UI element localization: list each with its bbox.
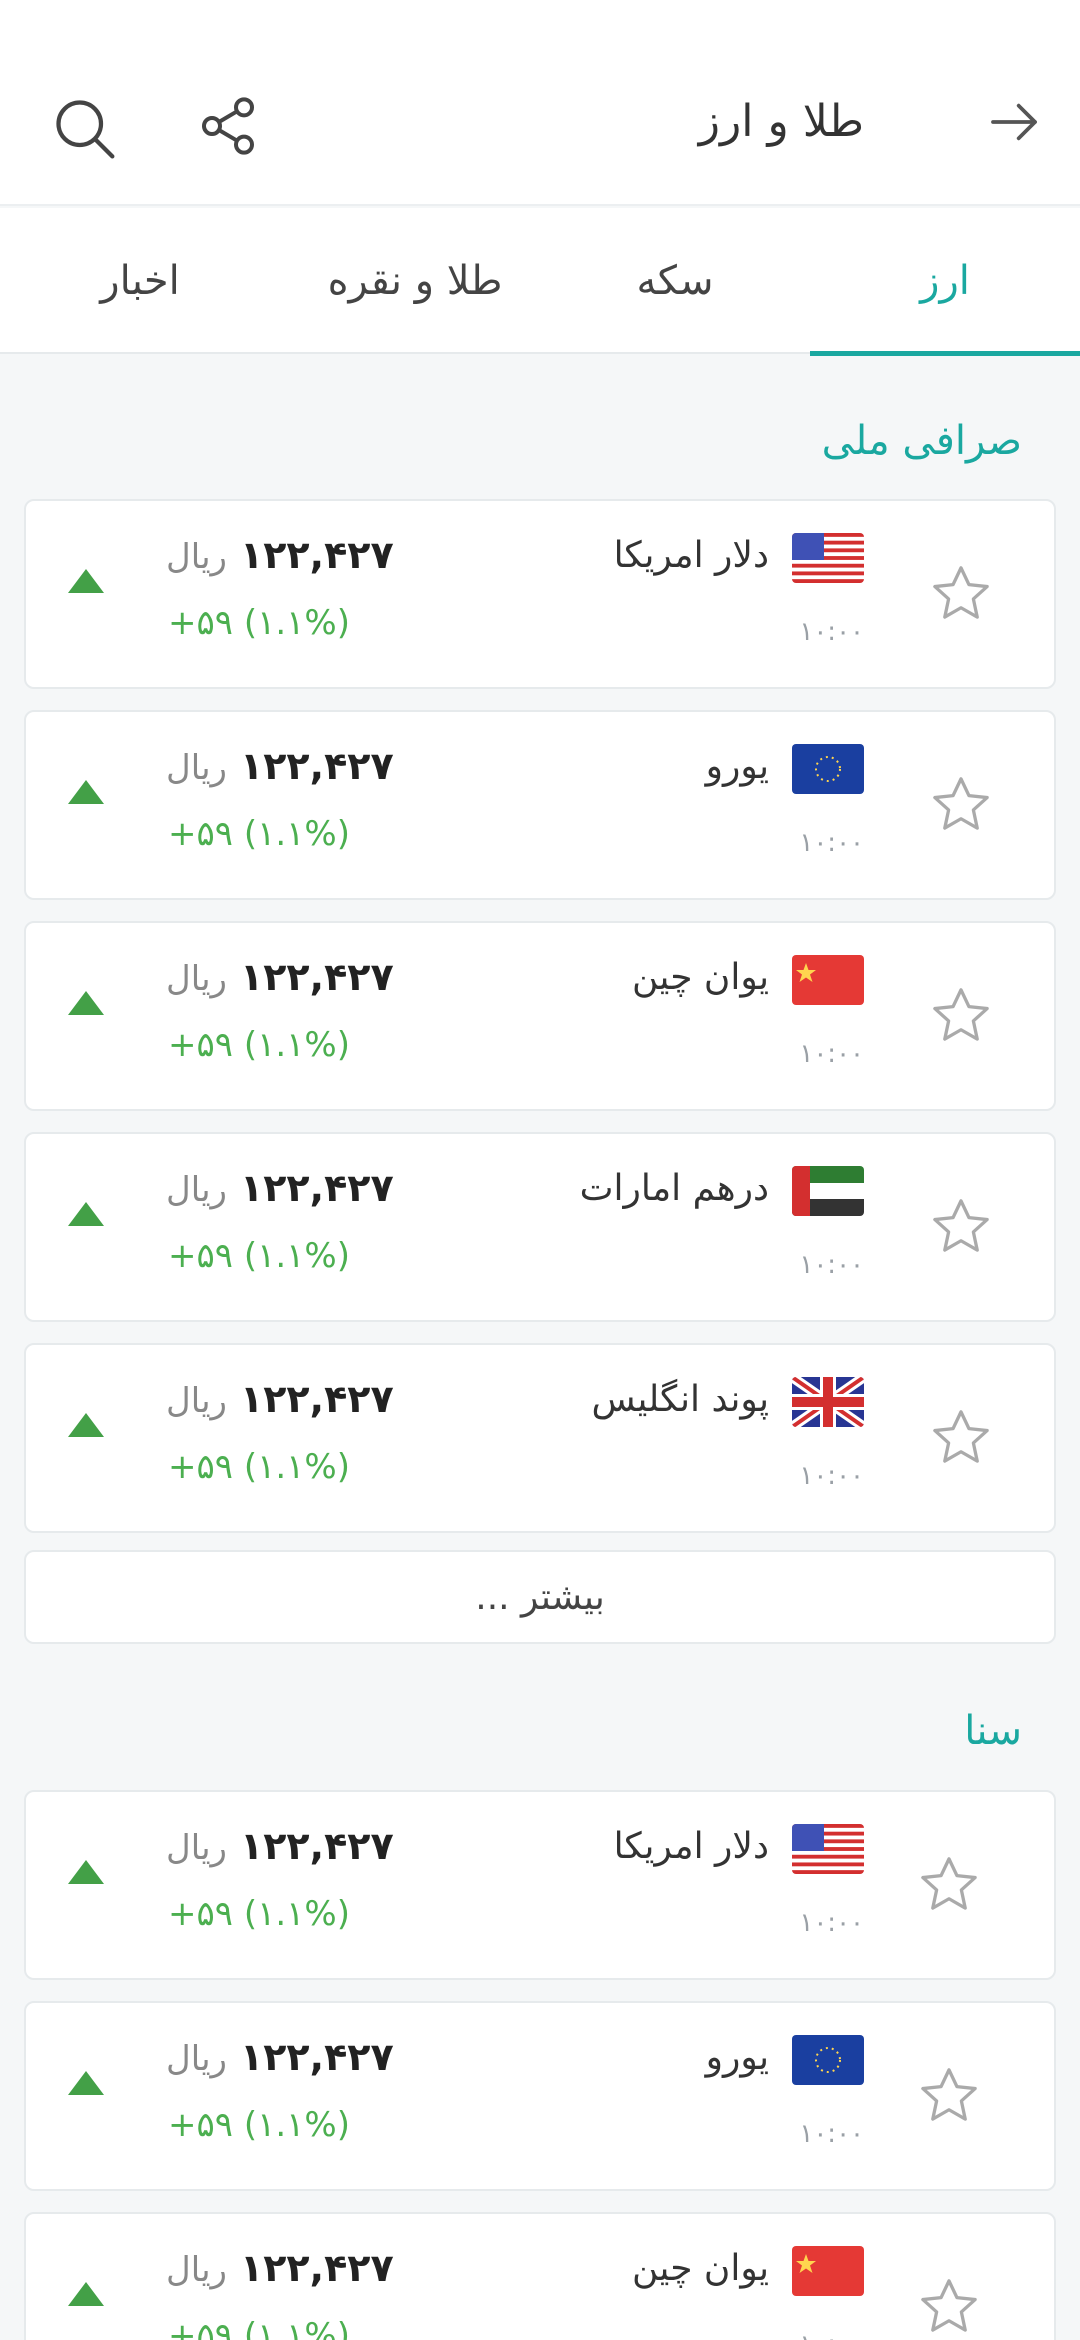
- currency-card[interactable]: یورو ۱۰:۰۰ ۱۲۲,۴۲۷ ریال +۵۹ (۱.۱%): [24, 2001, 1056, 2191]
- section-title: سنا: [964, 1708, 1022, 1754]
- trend-up-icon: [68, 1202, 104, 1226]
- page-title: طلا و ارز: [698, 96, 864, 147]
- tab-gold-silver[interactable]: طلا و نقره: [290, 208, 540, 354]
- currency-name: دلار امریکا: [613, 1826, 769, 1867]
- price-unit: ریال: [166, 1828, 227, 1868]
- us-flag-icon: [792, 533, 864, 583]
- currency-name: پوند انگلیس: [591, 1379, 769, 1420]
- currency-name: یورو: [705, 2037, 769, 2078]
- currency-card[interactable]: یوان چین ۱۰:۰۰ ۱۲۲,۴۲۷ ریال +۵۹ (۱.۱%): [24, 2212, 1056, 2340]
- tab-news[interactable]: اخبار: [50, 208, 230, 354]
- price-change: +۵۹ (۱.۱%): [168, 1894, 350, 1934]
- tab-coin[interactable]: سکه: [560, 208, 790, 354]
- update-time: ۱۰:۰۰: [799, 1250, 864, 1280]
- price-line: ۱۲۲,۴۲۷ ریال: [166, 1377, 394, 1421]
- favorite-star-icon[interactable]: [928, 983, 994, 1049]
- tab-label: طلا و نقره: [327, 258, 503, 304]
- update-time: ۱۰:۰۰: [799, 1461, 864, 1491]
- trend-up-icon: [68, 1413, 104, 1437]
- price-value: ۱۲۲,۴۲۷: [240, 2246, 394, 2290]
- gb-flag-icon: [792, 1377, 864, 1427]
- eu-flag-icon: [792, 744, 864, 794]
- tab-label: اخبار: [100, 258, 180, 304]
- currency-name: یوان چین: [631, 2248, 769, 2289]
- price-value: ۱۲۲,۴۲۷: [240, 955, 394, 999]
- price-unit: ریال: [166, 1170, 227, 1210]
- update-time: ۱۰:۰۰: [799, 1039, 864, 1069]
- currency-card[interactable]: یورو ۱۰:۰۰ ۱۲۲,۴۲۷ ریال +۵۹ (۱.۱%): [24, 710, 1056, 900]
- tab-label: سکه: [636, 258, 714, 304]
- ae-flag-icon: [792, 1166, 864, 1216]
- price-value: ۱۲۲,۴۲۷: [240, 1166, 394, 1210]
- active-tab-indicator: [810, 351, 1080, 356]
- update-time: ۱۰:۰۰: [799, 2119, 864, 2149]
- price-line: ۱۲۲,۴۲۷ ریال: [166, 2035, 394, 2079]
- price-line: ۱۲۲,۴۲۷ ریال: [166, 1166, 394, 1210]
- currency-name: یوان چین: [631, 957, 769, 998]
- price-value: ۱۲۲,۴۲۷: [240, 1377, 394, 1421]
- update-time: ۱۰:۰۰: [799, 1908, 864, 1938]
- us-flag-icon: [792, 1824, 864, 1874]
- favorite-star-icon[interactable]: [928, 772, 994, 838]
- currency-name: درهم امارات: [579, 1168, 769, 1209]
- cn-flag-icon: [792, 2246, 864, 2296]
- currency-card[interactable]: درهم امارات ۱۰:۰۰ ۱۲۲,۴۲۷ ریال +۵۹ (۱.۱%…: [24, 1132, 1056, 1322]
- tab-label: ارز: [920, 258, 970, 304]
- trend-up-icon: [68, 780, 104, 804]
- currency-name: دلار امریکا: [613, 535, 769, 576]
- price-value: ۱۲۲,۴۲۷: [240, 2035, 394, 2079]
- favorite-star-icon[interactable]: [916, 2274, 982, 2340]
- cn-flag-icon: [792, 955, 864, 1005]
- price-unit: ریال: [166, 537, 227, 577]
- price-change: +۵۹ (۱.۱%): [168, 1447, 350, 1487]
- favorite-star-icon[interactable]: [928, 1405, 994, 1471]
- price-change: +۵۹ (۱.۱%): [168, 814, 350, 854]
- update-time: ۱۰:۰۰: [799, 617, 864, 647]
- trend-up-icon: [68, 1860, 104, 1884]
- section-title: صرافی ملی: [821, 418, 1022, 464]
- favorite-star-icon[interactable]: [928, 1194, 994, 1260]
- share-icon[interactable]: [192, 90, 264, 162]
- currency-card[interactable]: دلار امریکا ۱۰:۰۰ ۱۲۲,۴۲۷ ریال +۵۹ (۱.۱%…: [24, 499, 1056, 689]
- price-line: ۱۲۲,۴۲۷ ریال: [166, 533, 394, 577]
- price-unit: ریال: [166, 2039, 227, 2079]
- favorite-star-icon[interactable]: [916, 1852, 982, 1918]
- price-change: +۵۹ (۱.۱%): [168, 2316, 350, 2340]
- price-line: ۱۲۲,۴۲۷ ریال: [166, 2246, 394, 2290]
- price-line: ۱۲۲,۴۲۷ ریال: [166, 1824, 394, 1868]
- price-unit: ریال: [166, 1381, 227, 1421]
- price-unit: ریال: [166, 959, 227, 999]
- currency-name: یورو: [705, 746, 769, 787]
- back-arrow-icon[interactable]: [982, 90, 1046, 154]
- trend-up-icon: [68, 569, 104, 593]
- price-change: +۵۹ (۱.۱%): [168, 2105, 350, 2145]
- price-line: ۱۲۲,۴۲۷ ریال: [166, 955, 394, 999]
- app-bar: طلا و ارز: [0, 0, 1080, 206]
- eu-flag-icon: [792, 2035, 864, 2085]
- tab-currency[interactable]: ارز: [810, 208, 1080, 356]
- trend-up-icon: [68, 2071, 104, 2095]
- more-button[interactable]: بیشتر ...: [24, 1550, 1056, 1644]
- trend-up-icon: [68, 2282, 104, 2306]
- price-unit: ریال: [166, 2250, 227, 2290]
- price-value: ۱۲۲,۴۲۷: [240, 1824, 394, 1868]
- currency-card[interactable]: دلار امریکا ۱۰:۰۰ ۱۲۲,۴۲۷ ریال +۵۹ (۱.۱%…: [24, 1790, 1056, 1980]
- update-time: ۱۰:۰۰: [799, 828, 864, 858]
- price-change: +۵۹ (۱.۱%): [168, 603, 350, 643]
- update-time: ۱۰:۰۰: [799, 2330, 864, 2340]
- price-change: +۵۹ (۱.۱%): [168, 1236, 350, 1276]
- tab-bar: ارز سکه طلا و نقره اخبار: [0, 208, 1080, 356]
- price-value: ۱۲۲,۴۲۷: [240, 533, 394, 577]
- favorite-star-icon[interactable]: [916, 2063, 982, 2129]
- currency-card[interactable]: یوان چین ۱۰:۰۰ ۱۲۲,۴۲۷ ریال +۵۹ (۱.۱%): [24, 921, 1056, 1111]
- trend-up-icon: [68, 991, 104, 1015]
- price-change: +۵۹ (۱.۱%): [168, 1025, 350, 1065]
- favorite-star-icon[interactable]: [928, 561, 994, 627]
- price-line: ۱۲۲,۴۲۷ ریال: [166, 744, 394, 788]
- price-unit: ریال: [166, 748, 227, 788]
- currency-card[interactable]: پوند انگلیس ۱۰:۰۰ ۱۲۲,۴۲۷ ریال +۵۹ (۱.۱%…: [24, 1343, 1056, 1533]
- search-icon[interactable]: [46, 90, 122, 166]
- price-value: ۱۲۲,۴۲۷: [240, 744, 394, 788]
